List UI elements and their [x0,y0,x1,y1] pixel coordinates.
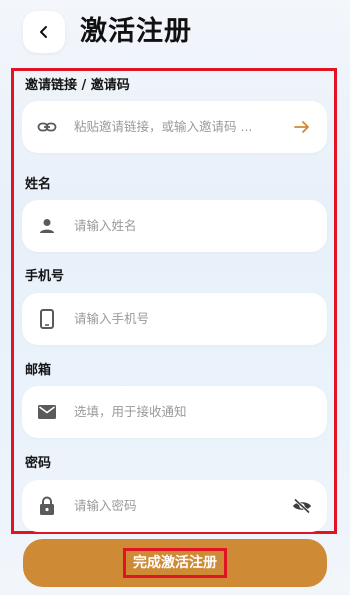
email-placeholder: 选填，用于接收通知 [74,404,187,419]
link-icon [36,116,58,138]
invite-placeholder: 粘贴邀请链接，或输入邀请码 ... [74,119,253,134]
name-placeholder: 请输入姓名 [74,218,137,233]
mail-icon [36,401,58,423]
arrow-right-icon[interactable] [291,116,313,138]
header: 激活注册 [0,0,350,66]
chevron-left-icon [40,26,47,38]
phone-field[interactable]: 请输入手机号 [22,293,327,345]
email-label: 邮箱 [25,363,52,378]
page-title: 激活注册 [80,16,192,47]
name-field[interactable]: 请输入姓名 [22,200,327,252]
password-placeholder: 请输入密码 [74,498,137,513]
eye-off-icon[interactable] [291,495,313,517]
password-field[interactable]: 请输入密码 [22,480,327,532]
name-label: 姓名 [25,177,52,192]
phone-placeholder: 请输入手机号 [74,311,150,326]
email-field[interactable]: 选填，用于接收通知 [22,386,327,438]
invite-field[interactable]: 粘贴邀请链接，或输入邀请码 ... [22,101,327,153]
complete-activation-button[interactable]: 完成激活注册 [23,539,327,587]
person-icon [36,215,58,237]
password-label: 密码 [25,456,52,471]
invite-label: 邀请链接 / 邀请码 [25,78,130,93]
phone-label: 手机号 [25,269,65,284]
lock-icon [36,495,58,517]
submit-label: 完成激活注册 [123,548,227,578]
back-button[interactable] [23,11,65,53]
phone-icon [36,308,58,330]
